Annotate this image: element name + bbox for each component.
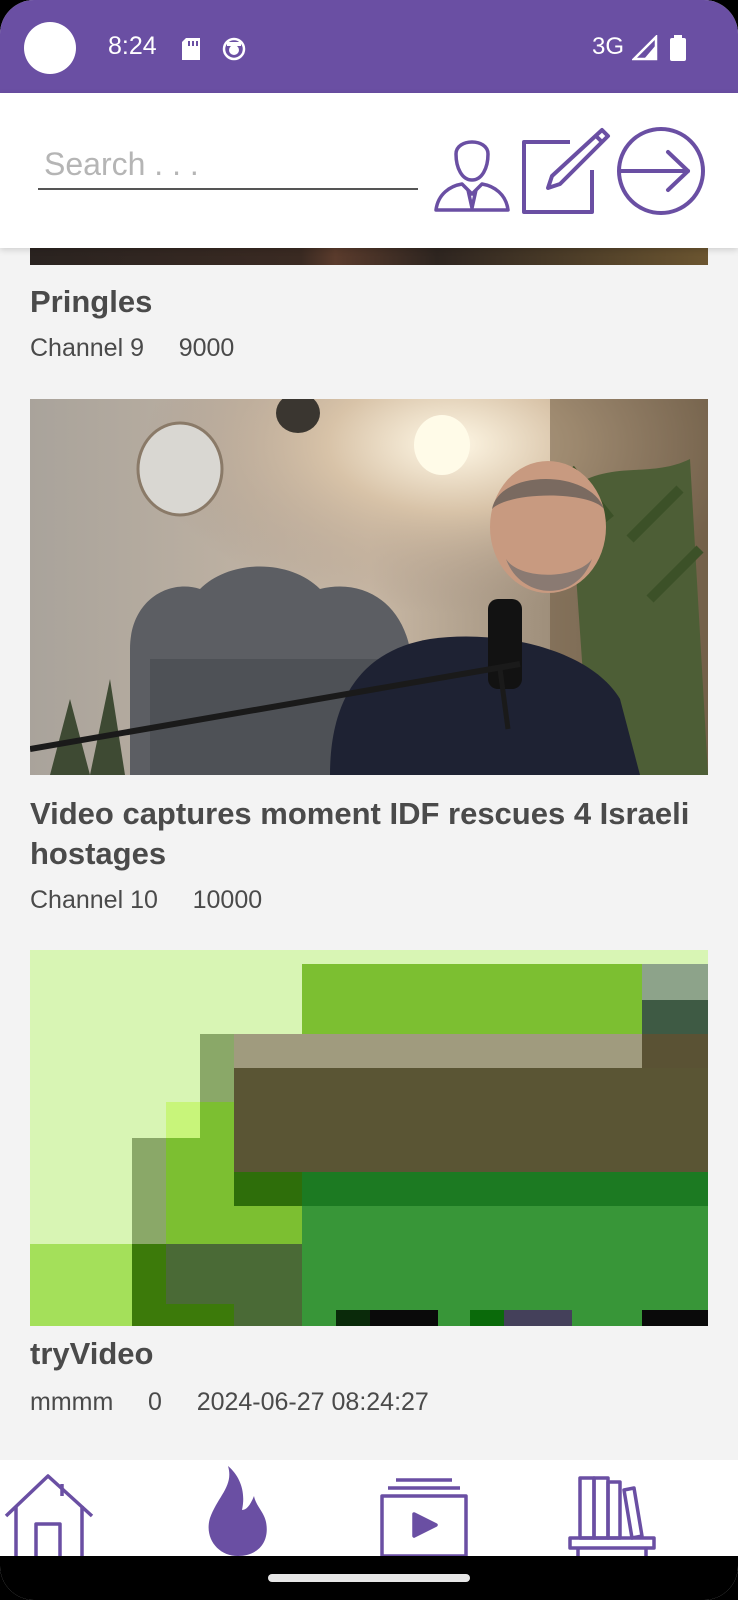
signal-icon	[630, 33, 658, 66]
view-count: 9000	[178, 334, 235, 362]
upload-date: 2024-06-27 08:24:27	[196, 1388, 429, 1416]
channel-name[interactable]: Channel 9	[30, 334, 144, 362]
video-title[interactable]: Pringles	[30, 282, 710, 322]
status-time: 8:24	[108, 32, 157, 60]
view-count: 0	[148, 1388, 162, 1416]
video-thumbnail[interactable]	[30, 950, 708, 1326]
video-thumbnail[interactable]	[30, 399, 708, 775]
video-feed[interactable]: Pringles Channel 9 9000 Video captures m…	[0, 248, 738, 1460]
subscriptions-icon[interactable]	[380, 1478, 470, 1561]
view-count: 10000	[192, 886, 263, 914]
bottom-navigation	[0, 1460, 738, 1558]
library-icon[interactable]	[568, 1474, 658, 1561]
trending-icon[interactable]	[204, 1466, 270, 1561]
camera-cutout	[24, 22, 76, 74]
status-bar: 8:24 3G	[0, 0, 738, 93]
video-title[interactable]: tryVideo	[30, 1334, 710, 1374]
video-title[interactable]: Video captures moment IDF rescues 4 Isra…	[30, 794, 710, 874]
home-icon[interactable]	[4, 1472, 94, 1563]
channel-name[interactable]: mmmm	[30, 1388, 113, 1416]
home-gesture-handle[interactable]	[268, 1574, 470, 1582]
video-thumbnail[interactable]	[30, 248, 708, 265]
logout-icon[interactable]	[616, 126, 706, 221]
battery-icon	[670, 35, 686, 66]
video-meta: Channel 10 10000	[30, 886, 262, 915]
phone-screen: 8:24 3G Search . . . Pringles Channel 9 …	[0, 0, 738, 1600]
video-meta: Channel 9 9000	[30, 334, 234, 363]
user-icon[interactable]	[432, 128, 512, 217]
network-type: 3G	[592, 33, 625, 60]
channel-name[interactable]: Channel 10	[30, 886, 158, 914]
edit-icon[interactable]	[522, 126, 612, 221]
face-notification-icon	[222, 37, 246, 66]
gesture-navigation-bar	[0, 1556, 738, 1600]
search-input[interactable]	[38, 140, 418, 190]
sd-card-icon	[182, 38, 202, 65]
video-meta: mmmm 0 2024-06-27 08:24:27	[30, 1388, 429, 1417]
